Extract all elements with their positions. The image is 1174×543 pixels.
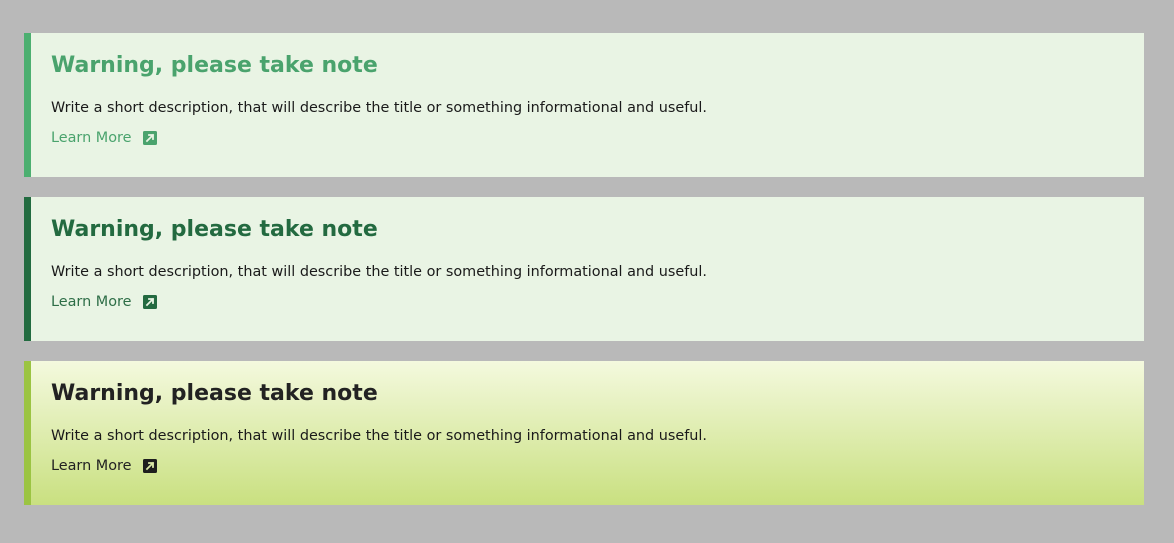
learn-more-link[interactable]: Learn More — [51, 294, 158, 310]
alert-lime: Warning, please take note Write a short … — [24, 361, 1144, 505]
alert-light-green: Warning, please take note Write a short … — [24, 33, 1144, 177]
alert-description: Write a short description, that will des… — [51, 428, 707, 444]
external-link-icon — [143, 131, 158, 145]
learn-more-label: Learn More — [51, 294, 132, 310]
alert-title: Warning, please take note — [51, 217, 378, 242]
external-link-icon — [143, 295, 158, 309]
alert-dark-green: Warning, please take note Write a short … — [24, 197, 1144, 341]
alert-title: Warning, please take note — [51, 381, 378, 406]
alert-title: Warning, please take note — [51, 53, 378, 78]
learn-more-label: Learn More — [51, 130, 132, 146]
external-link-icon — [143, 459, 158, 473]
learn-more-link[interactable]: Learn More — [51, 130, 158, 146]
alert-description: Write a short description, that will des… — [51, 264, 707, 280]
learn-more-link[interactable]: Learn More — [51, 458, 158, 474]
alert-description: Write a short description, that will des… — [51, 100, 707, 116]
learn-more-label: Learn More — [51, 458, 132, 474]
